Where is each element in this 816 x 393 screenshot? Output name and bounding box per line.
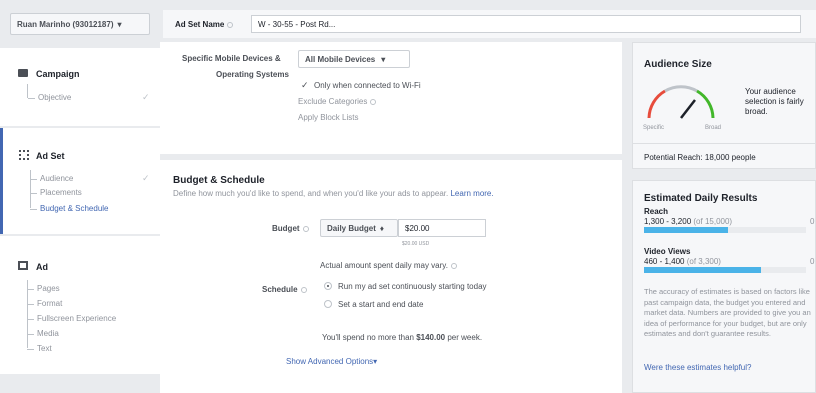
wifi-label: Only when connected to Wi-Fi (314, 81, 421, 90)
budget-amount-input[interactable]: $20.00 (398, 219, 486, 237)
accuracy-note: The accuracy of estimates is based on fa… (644, 287, 811, 338)
gauge-broad-label: Broad (705, 125, 722, 131)
chevron-down-icon: ▾ (117, 19, 122, 29)
left-sidebar: Ruan Marinho (93012187) ▾ Campaign Objec… (0, 0, 160, 393)
nav-item-objective[interactable]: Objective (27, 93, 71, 102)
chevron-updown-icon: ♦ (379, 223, 384, 233)
reach-bar-fill (644, 227, 729, 233)
start-end-date-label: Set a start and end date (338, 300, 424, 309)
folder-icon (18, 69, 28, 77)
nav-item-budget-schedule[interactable]: Budget & Schedule (30, 204, 109, 213)
views-edge-digit: 0 (810, 257, 815, 266)
reach-label: Reach (644, 207, 669, 216)
reach-bar (644, 227, 806, 233)
budget-type-dropdown[interactable]: Daily Budget ♦ (320, 219, 398, 237)
budget-description: Define how much you'd like to spend, and… (173, 189, 494, 198)
run-continuously-radio[interactable] (324, 282, 332, 290)
campaign-title: Campaign (36, 69, 80, 79)
learn-more-link[interactable]: Learn more. (450, 189, 493, 198)
potential-reach: Potential Reach: 18,000 people (644, 153, 756, 162)
estimates-helpful-link[interactable]: Were these estimates helpful? (644, 363, 751, 372)
apply-block-lists-link[interactable]: Apply Block Lists (298, 113, 358, 122)
audience-gauge (647, 85, 715, 119)
budget-panel: Budget & Schedule Define how much you'd … (160, 160, 622, 393)
ad-square-icon (18, 261, 28, 270)
adset-title: Ad Set (36, 151, 65, 161)
gauge-specific-label: Specific (643, 125, 665, 131)
budget-schedule-title: Budget & Schedule (173, 175, 265, 186)
weekly-spend-note: You'll spend no more than $140.00 per we… (322, 333, 483, 342)
schedule-label: Schedule (262, 285, 307, 294)
ad-set-name-input[interactable]: W - 30-55 - Post Rd... (251, 15, 801, 33)
check-icon: ✓ (142, 173, 150, 183)
audience-description: Your audience selection is fairly broad. (745, 87, 804, 116)
info-icon (450, 262, 457, 269)
check-icon: ✓ (142, 92, 150, 102)
nav-item-fullscreen-experience[interactable]: Fullscreen Experience (26, 314, 116, 323)
audience-size-panel: Audience Size Specific Broad Your audien… (632, 42, 816, 169)
nav-item-text[interactable]: Text (27, 344, 52, 353)
devices-dropdown[interactable]: All Mobile Devices ▾ (298, 50, 410, 68)
audience-size-title: Audience Size (644, 59, 712, 70)
show-advanced-options-link[interactable]: Show Advanced Options▾ (286, 357, 377, 366)
actual-spend-note: Actual amount spent daily may vary. (320, 261, 457, 270)
estimated-results-title: Estimated Daily Results (644, 193, 758, 204)
info-icon (227, 21, 234, 28)
chevron-down-icon: ▾ (381, 54, 386, 64)
nav-item-placements[interactable]: Placements (30, 188, 82, 197)
info-icon (300, 286, 307, 293)
devices-label-line2: Operating Systems (216, 70, 289, 79)
ad-section[interactable]: Ad Pages Format Fullscreen Experience Me… (0, 236, 160, 374)
ad-title: Ad (36, 262, 48, 272)
exclude-categories-link[interactable]: Exclude Categories (298, 97, 377, 106)
grid-icon (19, 150, 29, 160)
ad-set-name-label: Ad Set Name (175, 20, 234, 29)
info-icon (370, 98, 377, 105)
reach-range: 1,300 - 3,200 (of 15,000) (644, 217, 733, 226)
video-views-bar (644, 267, 806, 273)
account-name: Ruan Marinho (93012187) (17, 19, 114, 29)
run-continuously-label: Run my ad set continuously starting toda… (338, 282, 487, 291)
devices-label-line1: Specific Mobile Devices & (182, 54, 281, 63)
nav-item-pages[interactable]: Pages (27, 284, 60, 293)
adset-section[interactable]: Ad Set Audience ✓ Placements Budget & Sc… (0, 128, 160, 234)
video-views-label: Video Views (644, 247, 691, 256)
video-views-range: 460 - 1,400 (of 3,300) (644, 257, 721, 266)
header-bar: Ad Set Name W - 30-55 - Post Rd... (163, 10, 816, 38)
start-end-date-radio[interactable] (324, 300, 332, 308)
video-views-bar-fill (644, 267, 761, 273)
info-icon (302, 225, 309, 232)
account-selector[interactable]: Ruan Marinho (93012187) ▾ (10, 13, 150, 35)
reach-edge-digit: 0 (810, 217, 815, 226)
wifi-checkbox[interactable]: ✓ (301, 80, 309, 91)
nav-item-media[interactable]: Media (27, 329, 59, 338)
campaign-section[interactable]: Campaign Objective ✓ (0, 48, 160, 126)
budget-label: Budget (272, 224, 309, 233)
budget-usd-note: $20.00 USD (402, 241, 430, 247)
estimated-results-panel: Estimated Daily Results Reach 1,300 - 3,… (632, 180, 816, 393)
devices-panel: Specific Mobile Devices & Operating Syst… (160, 42, 622, 154)
chevron-down-icon: ▾ (373, 357, 378, 366)
nav-item-audience[interactable]: Audience (29, 174, 73, 183)
nav-item-format[interactable]: Format (26, 299, 62, 308)
